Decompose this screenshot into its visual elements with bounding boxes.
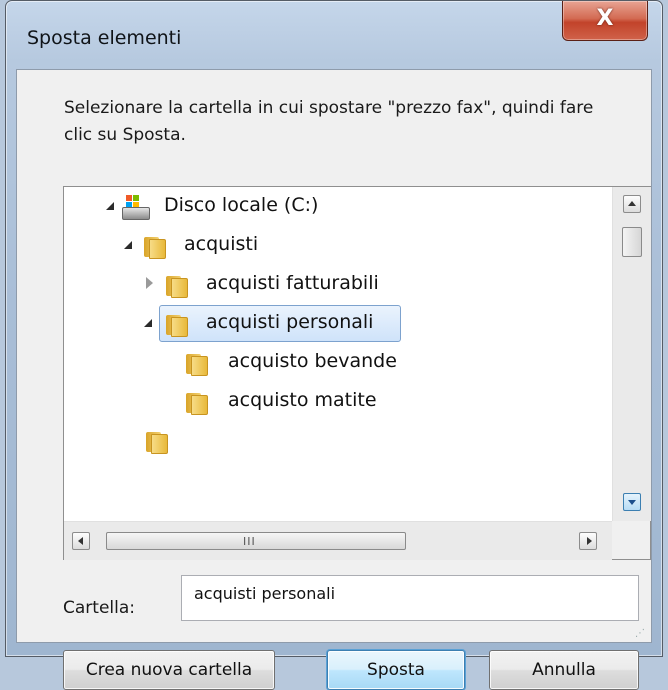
- expanded-arrow-icon[interactable]: [124, 241, 132, 249]
- tree-item-acquisto-matite[interactable]: acquisto matite: [64, 382, 604, 420]
- move-items-dialog: Sposta elementi X Selezionare la cartell…: [5, 0, 663, 690]
- tree-item-partial[interactable]: [64, 421, 604, 459]
- folder-icon: [164, 273, 188, 298]
- arrow-left-icon: [78, 537, 83, 545]
- folder-icon: [142, 234, 166, 259]
- expanded-arrow-icon[interactable]: [106, 202, 114, 210]
- tree-item-label: acquisti personali: [206, 311, 374, 333]
- tree-item-acquisto-bevande[interactable]: acquisto bevande: [64, 343, 604, 381]
- scrollbar-corner: [612, 521, 650, 559]
- folder-name-input[interactable]: acquisti personali: [181, 575, 639, 621]
- folder-tree-view: Disco locale (C:) acquisti acquisti fatt…: [64, 187, 612, 521]
- scroll-up-button[interactable]: [623, 195, 641, 213]
- scroll-right-button[interactable]: [579, 532, 597, 550]
- tree-item-disco-locale[interactable]: Disco locale (C:): [64, 187, 604, 225]
- folder-icon: [144, 429, 168, 454]
- folder-field-label: Cartella:: [63, 598, 135, 618]
- tree-item-acquisti-fatturabili[interactable]: acquisti fatturabili: [64, 265, 604, 303]
- cancel-button[interactable]: Annulla: [489, 650, 639, 690]
- tree-item-label: acquisti fatturabili: [206, 272, 379, 294]
- tree-item-acquisti-personali[interactable]: acquisti personali: [64, 304, 604, 342]
- tree-item-label: acquisto matite: [228, 389, 377, 411]
- collapsed-arrow-icon[interactable]: [146, 277, 153, 289]
- vertical-scroll-thumb[interactable]: [622, 227, 642, 257]
- arrow-up-icon: [628, 201, 636, 206]
- arrow-right-icon: [587, 537, 592, 545]
- folder-tree[interactable]: Disco locale (C:) acquisti acquisti fatt…: [63, 186, 651, 560]
- drive-icon: [122, 194, 150, 220]
- close-button[interactable]: X: [562, 1, 648, 41]
- instruction-text: Selezionare la cartella in cui spostare …: [64, 98, 594, 145]
- tree-item-label: Disco locale (C:): [164, 194, 319, 216]
- window-title: Sposta elementi: [27, 27, 182, 49]
- folder-icon: [184, 351, 208, 376]
- tree-item-label: acquisti: [184, 233, 259, 255]
- title-bar[interactable]: Sposta elementi X: [6, 1, 662, 79]
- move-button[interactable]: Sposta: [327, 650, 465, 690]
- vertical-scrollbar[interactable]: [612, 187, 651, 521]
- tree-item-label: acquisto bevande: [228, 350, 397, 372]
- horizontal-scroll-thumb[interactable]: III: [106, 532, 406, 550]
- arrow-down-icon: [628, 500, 636, 505]
- dialog-body: Selezionare la cartella in cui spostare …: [16, 69, 652, 690]
- resize-grip-icon[interactable]: ⋰: [635, 629, 645, 639]
- expanded-arrow-icon[interactable]: [144, 319, 152, 327]
- tree-item-acquisti[interactable]: acquisti: [64, 226, 604, 264]
- folder-icon: [164, 312, 188, 337]
- horizontal-scrollbar[interactable]: III: [64, 521, 612, 560]
- scroll-left-button[interactable]: [72, 532, 90, 550]
- new-folder-button[interactable]: Crea nuova cartella: [63, 650, 275, 690]
- grip-icon: III: [243, 535, 256, 548]
- folder-icon: [184, 390, 208, 415]
- close-icon: X: [596, 6, 614, 31]
- scroll-down-button[interactable]: [623, 493, 641, 511]
